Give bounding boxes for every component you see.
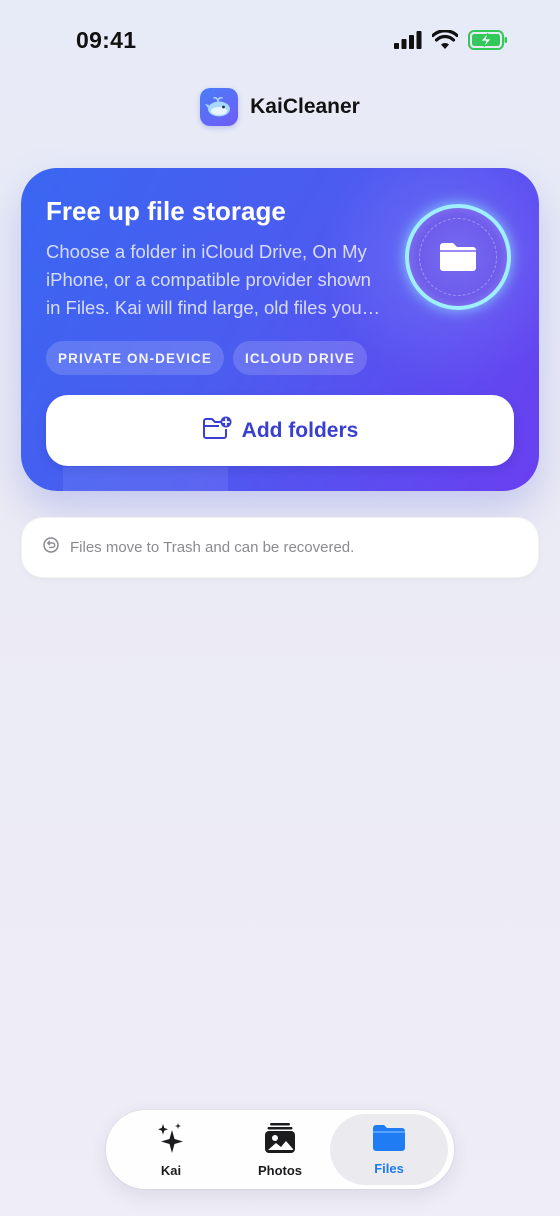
hero-description: Choose a folder in iCloud Drive, On My i… (46, 241, 371, 318)
restore-icon (42, 536, 60, 559)
whale-logo-icon (200, 88, 239, 126)
add-folders-button[interactable]: Add folders (46, 395, 514, 466)
info-text: Files move to Trash and can be recovered… (70, 539, 355, 556)
tab-label-photos: Photos (257, 1162, 303, 1178)
folder-icon (405, 204, 511, 310)
add-folders-label: Add folders (241, 418, 359, 442)
hero-title: Free up file storage (46, 196, 286, 226)
app-name: KaiCleaner (250, 95, 360, 118)
battery-charging-icon (468, 30, 508, 55)
folder-plus-icon (202, 416, 232, 445)
photos-stack-icon (264, 1122, 296, 1159)
cellular-signal-icon (394, 31, 422, 54)
status-bar: 09:41 (0, 0, 560, 80)
hero-chips: PRIVATE ON-DEVICE ICLOUD DRIVE (46, 341, 367, 375)
app-header: KaiCleaner (0, 87, 560, 127)
tab-photos[interactable]: Photos (225, 1114, 335, 1185)
chip-private-on-device: PRIVATE ON-DEVICE (46, 341, 224, 375)
status-time: 09:41 (76, 27, 137, 53)
tab-files[interactable]: Files (330, 1114, 448, 1185)
trash-info-banner: Files move to Trash and can be recovered… (21, 517, 539, 578)
tab-bar: Kai Photos Files (106, 1110, 454, 1189)
hero-scroll-indicator (63, 467, 228, 491)
folder-icon (372, 1124, 406, 1157)
chip-icloud-drive: ICLOUD DRIVE (232, 341, 367, 375)
tab-kai[interactable]: Kai (116, 1114, 226, 1185)
hero-folder-dashed-ring (419, 218, 497, 296)
status-icons (394, 29, 508, 55)
wifi-icon (431, 29, 459, 55)
sparkles-icon (156, 1122, 186, 1159)
tab-label-files: Files (374, 1160, 404, 1176)
tab-label-kai: Kai (160, 1162, 182, 1178)
storage-hero-card: Free up file storage Choose a folder in … (21, 168, 539, 491)
